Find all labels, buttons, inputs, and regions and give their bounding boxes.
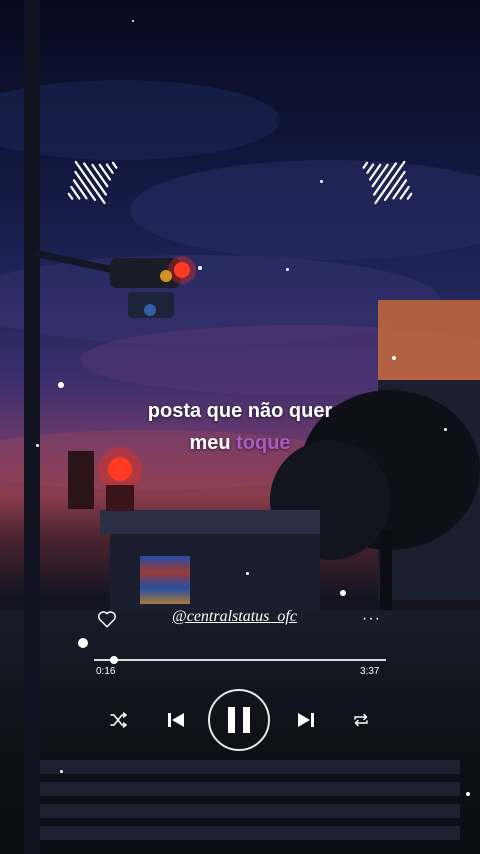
heart-icon[interactable] xyxy=(96,608,118,630)
sparkle xyxy=(444,428,447,431)
pause-icon xyxy=(228,707,250,733)
elapsed-time: 0:16 xyxy=(96,666,116,677)
lyric-line-2: meu toque xyxy=(0,432,480,455)
sparkle xyxy=(466,792,470,796)
sparkle xyxy=(132,20,134,22)
lyric-highlight-word: toque xyxy=(236,432,291,454)
sparkle xyxy=(78,638,88,648)
crosswalk-stripe xyxy=(40,826,460,840)
vending-machine xyxy=(140,556,190,604)
sparkle xyxy=(392,356,396,360)
sparkle xyxy=(58,382,64,388)
channel-handle-link[interactable]: @centralstatus_ofc xyxy=(172,608,297,626)
crosswalk-stripe xyxy=(40,804,460,818)
crosswalk-stripe xyxy=(40,782,460,796)
shop-sign xyxy=(378,300,480,380)
sparkle xyxy=(60,770,63,773)
crosswalk-stripe xyxy=(40,760,460,774)
sparkle xyxy=(246,572,249,575)
utility-pole xyxy=(24,0,40,854)
lyric-word: meu xyxy=(189,432,231,454)
traffic-light-red xyxy=(68,447,142,511)
progress-track[interactable] xyxy=(94,659,386,661)
traffic-light-top xyxy=(110,256,196,318)
more-options-button[interactable]: ··· xyxy=(362,610,381,628)
skip-previous-icon[interactable] xyxy=(166,711,186,729)
play-pause-button[interactable] xyxy=(208,689,270,751)
shuffle-icon[interactable] xyxy=(110,712,128,728)
audio-wave-icon xyxy=(67,160,118,205)
sparkle xyxy=(286,268,289,271)
sparkle xyxy=(320,180,323,183)
video-frame: posta que não quer meu toque @centralsta… xyxy=(0,0,480,854)
audio-wave-icon xyxy=(362,160,413,205)
skip-next-icon[interactable] xyxy=(296,711,316,729)
repeat-icon[interactable] xyxy=(352,711,370,729)
lyric-line-1: posta que não quer xyxy=(147,400,333,422)
sparkle xyxy=(198,266,202,270)
sparkle xyxy=(340,590,346,596)
total-duration: 3:37 xyxy=(360,666,380,677)
